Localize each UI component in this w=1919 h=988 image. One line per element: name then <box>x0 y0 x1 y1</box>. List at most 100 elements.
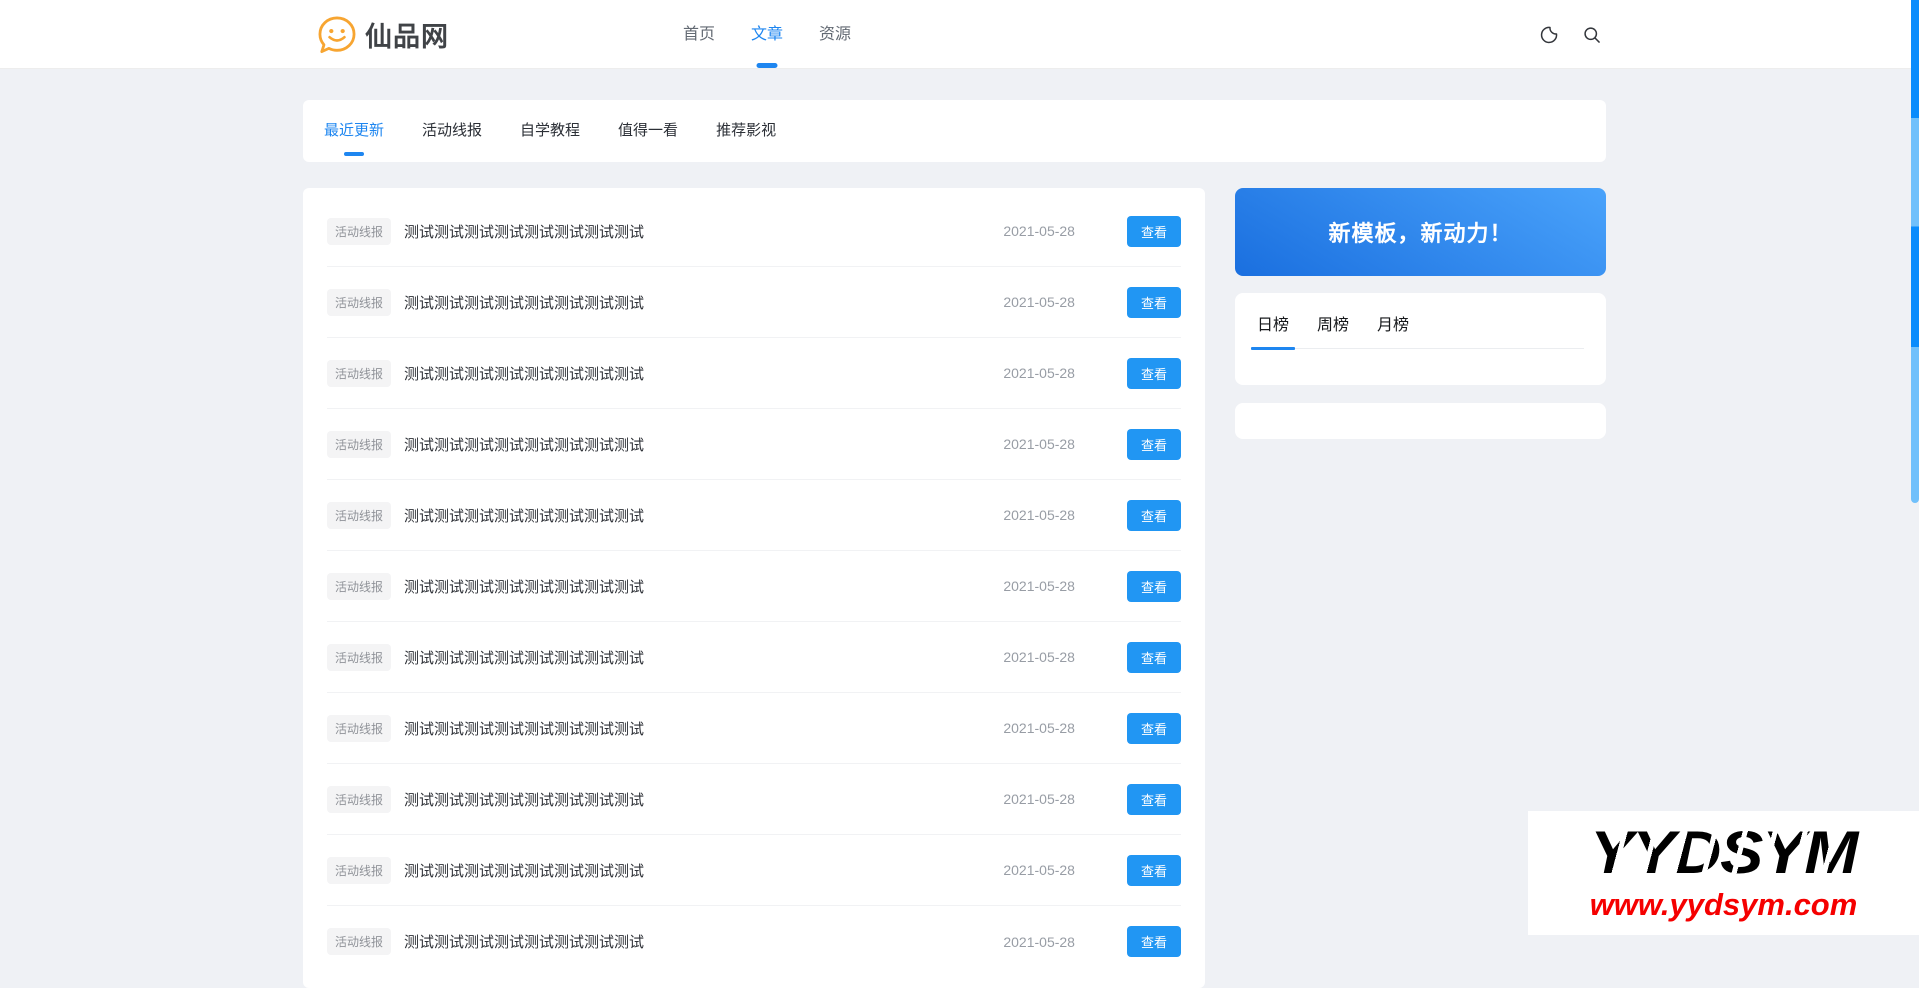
article-title-link[interactable]: 测试测试测试测试测试测试测试测试 <box>404 576 644 597</box>
watermark-url: www.yydsym.com <box>1590 887 1858 923</box>
smiley-speech-bubble-icon <box>316 14 358 56</box>
article-category-tag[interactable]: 活动线报 <box>327 431 391 458</box>
filter-tab-label: 值得一看 <box>618 122 678 139</box>
site-title: 仙品网 <box>365 15 449 54</box>
article-title-link[interactable]: 测试测试测试测试测试测试测试测试 <box>404 434 644 455</box>
filter-tab-label: 最近更新 <box>324 122 384 139</box>
ranking-tab-label: 周榜 <box>1317 317 1349 334</box>
article-category-tag[interactable]: 活动线报 <box>327 928 391 955</box>
view-button[interactable]: 查看 <box>1127 500 1181 531</box>
article-title-link[interactable]: 测试测试测试测试测试测试测试测试 <box>404 363 644 384</box>
article-list: 活动线报 测试测试测试测试测试测试测试测试 2021-05-28 查看 活动线报… <box>303 188 1205 988</box>
article-title-link[interactable]: 测试测试测试测试测试测试测试测试 <box>404 860 644 881</box>
article-row: 活动线报 测试测试测试测试测试测试测试测试 2021-05-28 查看 <box>327 196 1181 267</box>
scrollbar-thumb[interactable] <box>1911 0 1919 503</box>
view-button[interactable]: 查看 <box>1127 287 1181 318</box>
article-row: 活动线报 测试测试测试测试测试测试测试测试 2021-05-28 查看 <box>327 409 1181 480</box>
nav-item-label: 首页 <box>683 26 715 43</box>
view-button[interactable]: 查看 <box>1127 429 1181 460</box>
view-button[interactable]: 查看 <box>1127 571 1181 602</box>
article-date: 2021-05-28 <box>1003 294 1075 310</box>
article-title-link[interactable]: 测试测试测试测试测试测试测试测试 <box>404 931 644 952</box>
article-date: 2021-05-28 <box>1003 223 1075 239</box>
article-date: 2021-05-28 <box>1003 720 1075 736</box>
nav-item-label: 文章 <box>751 26 783 43</box>
article-category-tag[interactable]: 活动线报 <box>327 289 391 316</box>
article-row: 活动线报 测试测试测试测试测试测试测试测试 2021-05-28 查看 <box>327 835 1181 906</box>
page-container: 最近更新 活动线报 自学教程 值得一看 推荐影视 活动线报 <box>303 100 1606 988</box>
article-title-link[interactable]: 测试测试测试测试测试测试测试测试 <box>404 718 644 739</box>
article-row: 活动线报 测试测试测试测试测试测试测试测试 2021-05-28 查看 <box>327 906 1181 977</box>
article-date: 2021-05-28 <box>1003 436 1075 452</box>
article-title-link[interactable]: 测试测试测试测试测试测试测试测试 <box>404 292 644 313</box>
article-date: 2021-05-28 <box>1003 578 1075 594</box>
article-category-tag[interactable]: 活动线报 <box>327 502 391 529</box>
article-row: 活动线报 测试测试测试测试测试测试测试测试 2021-05-28 查看 <box>327 622 1181 693</box>
article-date: 2021-05-28 <box>1003 649 1075 665</box>
ranking-empty-content <box>1257 349 1584 359</box>
article-date: 2021-05-28 <box>1003 934 1075 950</box>
filter-tab-bar: 最近更新 活动线报 自学教程 值得一看 推荐影视 <box>303 100 1606 162</box>
site-logo[interactable]: 仙品网 <box>316 0 449 69</box>
view-button[interactable]: 查看 <box>1127 926 1181 957</box>
article-row: 活动线报 测试测试测试测试测试测试测试测试 2021-05-28 查看 <box>327 551 1181 622</box>
filter-tab-label: 推荐影视 <box>716 122 776 139</box>
article-date: 2021-05-28 <box>1003 862 1075 878</box>
promo-banner-text: 新模板，新动力！ <box>1328 216 1512 248</box>
filter-tab[interactable]: 自学教程 <box>520 100 580 162</box>
nav-item[interactable]: 首页 <box>683 0 715 69</box>
filter-tab[interactable]: 值得一看 <box>618 100 678 162</box>
view-button[interactable]: 查看 <box>1127 358 1181 389</box>
article-category-tag[interactable]: 活动线报 <box>327 218 391 245</box>
article-title-link[interactable]: 测试测试测试测试测试测试测试测试 <box>404 505 644 526</box>
ranking-tab[interactable]: 日榜 <box>1257 311 1289 348</box>
article-row: 活动线报 测试测试测试测试测试测试测试测试 2021-05-28 查看 <box>327 764 1181 835</box>
filter-tab[interactable]: 最近更新 <box>324 100 384 162</box>
watermark-title: YYDSYM <box>1590 823 1857 883</box>
moon-icon[interactable] <box>1539 25 1559 45</box>
ranking-tab-bar: 日榜 周榜 月榜 <box>1257 311 1584 349</box>
filter-tab[interactable]: 活动线报 <box>422 100 482 162</box>
content-area: 活动线报 测试测试测试测试测试测试测试测试 2021-05-28 查看 活动线报… <box>303 188 1606 988</box>
article-category-tag[interactable]: 活动线报 <box>327 644 391 671</box>
article-category-tag[interactable]: 活动线报 <box>327 573 391 600</box>
ranking-card: 日榜 周榜 月榜 <box>1235 293 1606 385</box>
article-date: 2021-05-28 <box>1003 507 1075 523</box>
filter-tab-label: 自学教程 <box>520 122 580 139</box>
view-button[interactable]: 查看 <box>1127 784 1181 815</box>
sidebar-empty-card <box>1235 403 1606 439</box>
filter-tab-label: 活动线报 <box>422 122 482 139</box>
nav-item[interactable]: 资源 <box>819 0 851 69</box>
promo-banner[interactable]: 新模板，新动力！ <box>1235 188 1606 276</box>
header-actions <box>1539 0 1602 69</box>
article-category-tag[interactable]: 活动线报 <box>327 786 391 813</box>
article-row: 活动线报 测试测试测试测试测试测试测试测试 2021-05-28 查看 <box>327 480 1181 551</box>
nav-item-label: 资源 <box>819 26 851 43</box>
article-row: 活动线报 测试测试测试测试测试测试测试测试 2021-05-28 查看 <box>327 693 1181 764</box>
article-category-tag[interactable]: 活动线报 <box>327 360 391 387</box>
ranking-tab[interactable]: 月榜 <box>1377 311 1409 348</box>
article-category-tag[interactable]: 活动线报 <box>327 715 391 742</box>
view-button[interactable]: 查看 <box>1127 713 1181 744</box>
view-button[interactable]: 查看 <box>1127 855 1181 886</box>
article-row: 活动线报 测试测试测试测试测试测试测试测试 2021-05-28 查看 <box>327 267 1181 338</box>
ranking-tab[interactable]: 周榜 <box>1317 311 1349 348</box>
main-nav: 首页 文章 资源 <box>683 0 851 69</box>
article-title-link[interactable]: 测试测试测试测试测试测试测试测试 <box>404 647 644 668</box>
ranking-tab-label: 日榜 <box>1257 317 1289 334</box>
watermark-logo: YYDSYM <box>1600 823 1847 883</box>
sidebar: 新模板，新动力！ 日榜 周榜 月榜 <box>1235 188 1606 439</box>
article-title-link[interactable]: 测试测试测试测试测试测试测试测试 <box>404 221 644 242</box>
article-date: 2021-05-28 <box>1003 791 1075 807</box>
article-title-link[interactable]: 测试测试测试测试测试测试测试测试 <box>404 789 644 810</box>
view-button[interactable]: 查看 <box>1127 642 1181 673</box>
search-icon[interactable] <box>1582 25 1602 45</box>
view-button[interactable]: 查看 <box>1127 216 1181 247</box>
watermark: YYDSYM www.yydsym.com <box>1528 811 1919 935</box>
filter-tab[interactable]: 推荐影视 <box>716 100 776 162</box>
article-category-tag[interactable]: 活动线报 <box>327 857 391 884</box>
site-header: 仙品网 首页 文章 资源 <box>0 0 1919 69</box>
nav-item[interactable]: 文章 <box>751 0 783 69</box>
ranking-tab-label: 月榜 <box>1377 317 1409 334</box>
article-row: 活动线报 测试测试测试测试测试测试测试测试 2021-05-28 查看 <box>327 338 1181 409</box>
